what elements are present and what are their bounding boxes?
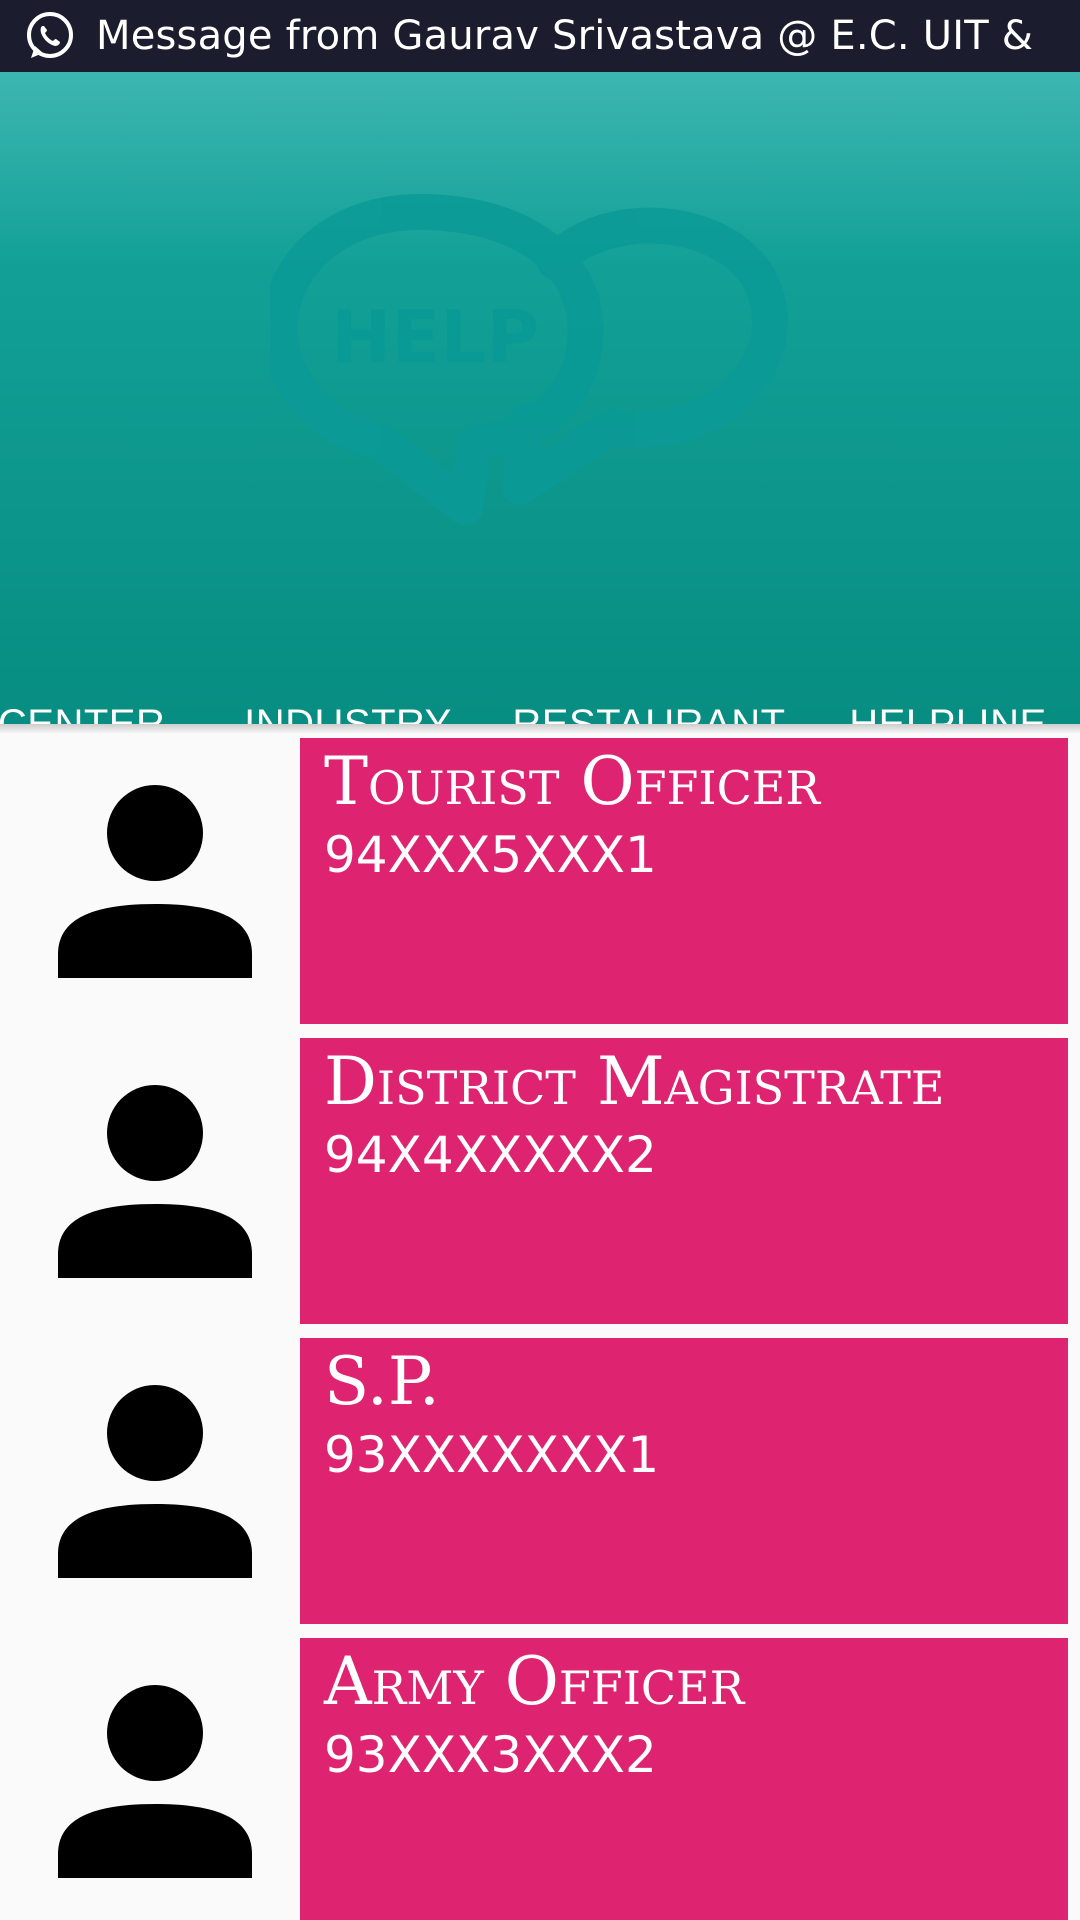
list-item[interactable]: District Magistrate 94X4XXXXX2 [0,1024,1080,1324]
help-chat-bubbles-icon: HELP [270,194,788,525]
contact-card[interactable]: Army Officer 93XXX3XXX2 [300,1638,1068,1920]
contact-phone[interactable]: 93XXX3XXX2 [324,1720,657,1790]
helpline-list: Tourist Officer 94XXX5XXX1 District Magi… [0,724,1080,1920]
app-header: HELP G CENTER INDUSTRY RESTAURANT HELPLI… [0,72,1080,724]
person-icon [58,785,252,978]
tab-label: G CENTER [0,701,166,725]
whatsapp-icon [27,12,73,58]
tab-restaurant[interactable]: RESTAURANT [494,652,804,725]
list-item[interactable]: S.P. 93XXXXXXX1 [0,1324,1080,1624]
tab-shopping-center[interactable]: G CENTER [0,652,180,725]
app-screen: Message from Gaurav Srivastava @ E.C. UI… [0,0,1080,1920]
contact-phone[interactable]: 94XXX5XXX1 [324,820,657,890]
person-icon [58,1385,252,1578]
contact-phone[interactable]: 93XXXXXXX1 [324,1420,659,1490]
person-icon [58,1685,252,1878]
contact-card[interactable]: S.P. 93XXXXXXX1 [300,1338,1068,1624]
contact-name: S.P. [324,1343,440,1420]
contact-name: Army Officer [324,1643,745,1720]
notification-bar[interactable]: Message from Gaurav Srivastava @ E.C. UI… [0,0,1080,72]
tab-industry[interactable]: INDUSTRY [216,652,480,725]
tab-label: HELPLINE [849,701,1047,725]
list-item[interactable]: Army Officer 93XXX3XXX2 [0,1624,1080,1920]
notification-text: Message from Gaurav Srivastava @ E.C. UI… [96,13,1034,59]
contact-name: Tourist Officer [324,743,821,820]
tab-label: INDUSTRY [244,701,452,725]
tab-label: RESTAURANT [512,701,786,725]
tab-helpline[interactable]: HELPLINE [816,652,1080,725]
contact-name: District Magistrate [324,1043,945,1120]
person-icon [58,1085,252,1278]
contact-phone[interactable]: 94X4XXXXX2 [324,1120,657,1190]
contact-card[interactable]: Tourist Officer 94XXX5XXX1 [300,738,1068,1024]
tab-bar: G CENTER INDUSTRY RESTAURANT HELPLINE [0,652,1080,725]
contact-card[interactable]: District Magistrate 94X4XXXXX2 [300,1038,1068,1324]
list-item[interactable]: Tourist Officer 94XXX5XXX1 [0,724,1080,1024]
help-graphic-text: HELP [331,295,539,379]
